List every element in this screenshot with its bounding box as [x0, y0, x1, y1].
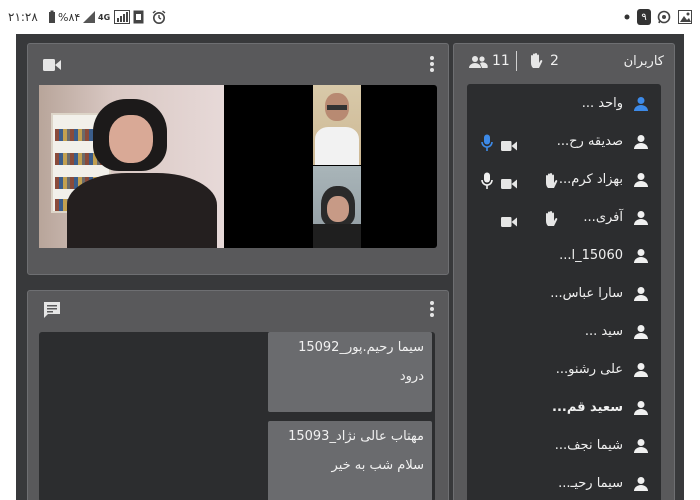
- message-text: درود: [399, 369, 424, 384]
- sim-icon: [133, 9, 144, 25]
- kebab-menu-icon[interactable]: [430, 301, 434, 319]
- participants-icon: [468, 54, 488, 73]
- video-panel: [27, 43, 449, 275]
- user-icon: [633, 210, 649, 230]
- video-camera-icon: [501, 175, 517, 194]
- users-panel: کاربران 2 11 واحد ... صدیقه رح... بهزاد کر…: [453, 43, 675, 500]
- dot-indicator: [624, 9, 630, 25]
- user-name: صدیقه رح...: [556, 134, 623, 149]
- user-icon: [633, 96, 649, 116]
- participant-video-tile[interactable]: [313, 166, 361, 248]
- video-camera-icon[interactable]: [43, 57, 61, 76]
- user-icon: [633, 324, 649, 344]
- user-icon: [633, 400, 649, 420]
- user-icon: [633, 286, 649, 306]
- raised-hand-icon: [543, 210, 559, 232]
- user-row[interactable]: آفری...: [467, 200, 661, 238]
- message-sender: سیما رحیم.پور_15092: [298, 340, 424, 355]
- user-name: سیما رحیـ...: [558, 476, 623, 491]
- notification-badge: ۹: [637, 9, 651, 25]
- battery-percent: %۸۴: [58, 10, 81, 24]
- chat-panel: سیما رحیم.پور_15092 درود مهتاب عالی نژاد…: [27, 290, 449, 500]
- user-icon: [633, 248, 649, 268]
- user-row[interactable]: شیما نجف...: [467, 428, 661, 466]
- users-title: کاربران: [623, 54, 664, 69]
- participant-face: [109, 115, 153, 163]
- chat-message: سیما رحیم.پور_15092 درود: [268, 332, 432, 412]
- user-row[interactable]: واحد ...: [467, 86, 661, 124]
- status-bar: ۲۱:۲۸ %۸۴ 4G ۹: [0, 0, 700, 34]
- user-row[interactable]: سعید قم...: [467, 390, 661, 428]
- user-name: بهزاد کرم...: [558, 172, 623, 187]
- message-text: سلام شب به خیر: [331, 458, 424, 473]
- chat-icon[interactable]: [43, 301, 61, 323]
- raised-hands-count: 2: [550, 53, 559, 69]
- user-row[interactable]: سارا عباس...: [467, 276, 661, 314]
- user-row[interactable]: سیما رحیـ...: [467, 466, 661, 500]
- chat-message: مهتاب عالی نژاد_15093 سلام شب به خیر: [268, 421, 432, 500]
- raised-hand-icon: [528, 52, 544, 74]
- user-name: 15060_ا...: [559, 248, 623, 263]
- message-sender: مهتاب عالی نژاد_15093: [288, 429, 424, 444]
- chat-messages: سیما رحیم.پور_15092 درود مهتاب عالی نژاد…: [39, 332, 435, 500]
- user-name: سارا عباس...: [550, 286, 623, 301]
- user-row[interactable]: علی رشنو...: [467, 352, 661, 390]
- cellular-signal-icon: [114, 9, 130, 25]
- raised-hand-icon: [543, 172, 559, 194]
- clock: ۲۱:۲۸: [8, 10, 38, 24]
- header-divider: [516, 51, 517, 71]
- video-grid: [39, 85, 437, 248]
- users-list: واحد ... صدیقه رح... بهزاد کرم... آفری... 15…: [467, 84, 661, 500]
- kebab-menu-icon[interactable]: [430, 56, 434, 74]
- video-camera-icon: [501, 137, 517, 156]
- user-name: واحد ...: [581, 96, 623, 111]
- user-row[interactable]: 15060_ا...: [467, 238, 661, 276]
- user-row[interactable]: سید ...: [467, 314, 661, 352]
- user-icon: [633, 172, 649, 192]
- user-row[interactable]: صدیقه رح...: [467, 124, 661, 162]
- user-name: شیما نجف...: [554, 438, 623, 453]
- network-type: 4G: [98, 12, 111, 22]
- user-icon: [633, 134, 649, 154]
- user-icon: [633, 362, 649, 382]
- user-name: سید ...: [584, 324, 623, 339]
- whatsapp-icon: [657, 9, 671, 25]
- microphone-icon: [481, 172, 493, 194]
- main-video-tile[interactable]: [39, 85, 224, 248]
- user-name: علی رشنو...: [555, 362, 623, 377]
- users-header: کاربران 2 11: [454, 44, 674, 80]
- gallery-icon: [678, 9, 692, 25]
- app-container: سیما رحیم.پور_15092 درود مهتاب عالی نژاد…: [16, 34, 684, 500]
- alarm-icon: [152, 9, 166, 25]
- microphone-icon: [481, 134, 493, 156]
- video-camera-icon: [501, 213, 517, 232]
- user-name: سعید قم...: [552, 400, 623, 415]
- participant-video-tile[interactable]: [313, 85, 361, 165]
- user-row[interactable]: بهزاد کرم...: [467, 162, 661, 200]
- battery-icon: [48, 9, 56, 25]
- user-name: آفری...: [583, 210, 623, 225]
- participant-body: [67, 173, 217, 248]
- participants-count: 11: [492, 53, 510, 69]
- user-icon: [633, 438, 649, 458]
- wifi-signal-icon: [83, 9, 95, 25]
- user-icon: [633, 476, 649, 496]
